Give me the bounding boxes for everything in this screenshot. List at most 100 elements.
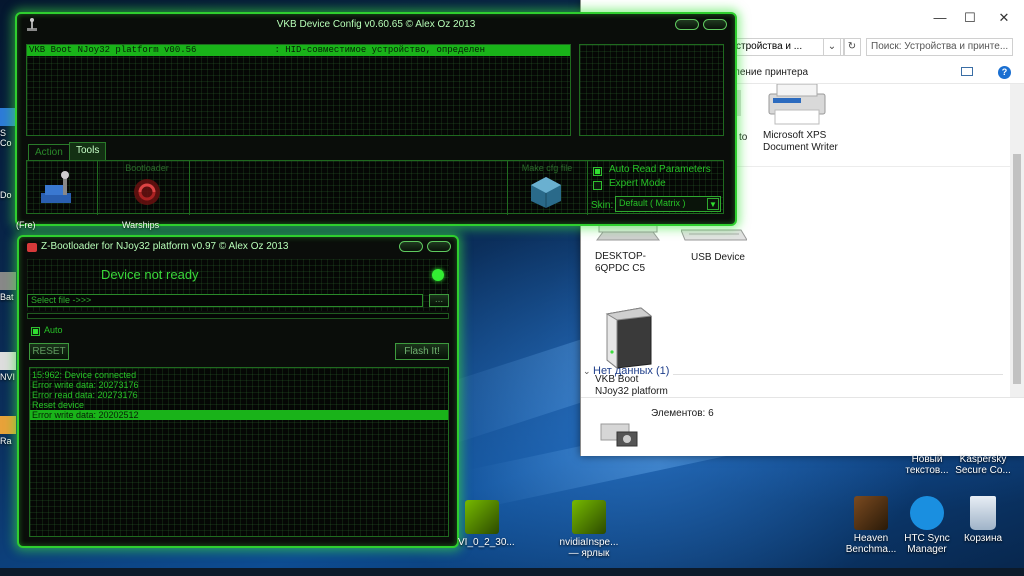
- search-input[interactable]: Поиск: Устройства и принте...: [866, 38, 1013, 56]
- tab-tools[interactable]: Tools: [69, 142, 107, 160]
- recycle-icon: [134, 179, 160, 205]
- log-line: Reset device: [32, 400, 85, 410]
- icon-label: Корзина: [963, 533, 1003, 544]
- flash-button[interactable]: Flash It!: [395, 343, 449, 360]
- log-line: 15:962: Device connected: [32, 370, 137, 380]
- close-button[interactable]: [703, 19, 727, 30]
- bootloader-label: Bootloader: [125, 163, 169, 173]
- device-list: VKB Boot NJoy32 platform v00.56 : HID-сов…: [26, 44, 571, 136]
- auto-label: Auto: [44, 325, 63, 335]
- help-icon[interactable]: ?: [998, 66, 1011, 79]
- log-line: Error read data: 20273176: [32, 390, 138, 400]
- icon-label: VI_0_2_30...: [458, 537, 515, 548]
- close-icon[interactable]: ✕: [989, 10, 1019, 26]
- log-panel: 15:962: Device connected Error write dat…: [29, 367, 449, 537]
- device-row[interactable]: VKB Boot NJoy32 platform v00.56 : HID-сов…: [27, 45, 570, 56]
- vertical-scrollbar[interactable]: [1010, 84, 1024, 397]
- minimize-button[interactable]: [675, 19, 699, 30]
- desktop-icon[interactable]: Kaspersky Secure Co...: [950, 454, 1016, 476]
- skin-value: Default ( Matrix ): [619, 198, 686, 208]
- app-icon: [0, 352, 16, 370]
- divider: [189, 161, 190, 215]
- minimize-icon[interactable]: —: [925, 10, 955, 25]
- expert-mode-checkbox[interactable]: [593, 181, 602, 190]
- device-item[interactable]: [763, 83, 829, 131]
- vkb-device-config-window: VKB Device Config v0.60.65 © Alex Oz 201…: [15, 12, 737, 226]
- nvidia-icon: [465, 500, 499, 534]
- view-options-icon[interactable]: [961, 67, 973, 76]
- divider: [97, 161, 98, 215]
- refresh-icon[interactable]: ↻: [843, 38, 861, 56]
- device-status-text: Device not ready: [101, 267, 199, 282]
- file-placeholder: Select file ->>>: [31, 295, 92, 305]
- log-line: Error write data: 20273176: [32, 380, 139, 390]
- device-label: Microsoft XPS Document Writer: [763, 130, 838, 153]
- desktop-icon-label: (Fre): [16, 220, 36, 230]
- app-icon: [0, 108, 16, 126]
- status-led-icon: [432, 269, 444, 281]
- chevron-down-icon[interactable]: ▼: [707, 198, 719, 210]
- tools-icon: [41, 171, 71, 203]
- recycle-bin-icon: [970, 496, 996, 530]
- app-icon: [0, 416, 16, 434]
- tab-action[interactable]: Action: [28, 144, 70, 160]
- icon-label: Heaven Benchma...: [845, 533, 897, 555]
- device-label: to: [739, 132, 748, 143]
- icon-label: S: [0, 128, 7, 138]
- desktop-icon[interactable]: Корзина: [950, 496, 1016, 544]
- device-label: DESKTOP-6QPDC C5: [595, 251, 646, 274]
- joystick-icon: [27, 18, 37, 31]
- auto-checkbox[interactable]: [31, 327, 40, 336]
- browse-button[interactable]: ...: [429, 294, 449, 307]
- auto-read-label: Auto Read Parameters: [609, 164, 711, 175]
- nvidia-icon: [572, 500, 606, 534]
- device-item[interactable]: [599, 304, 655, 373]
- desktop-icon[interactable]: nvidiaInspe... — ярлык: [556, 500, 622, 559]
- icon-label: Kaspersky Secure Co...: [955, 454, 1011, 476]
- tools-panel: Bootloader Make cfg file Auto Read Param…: [26, 160, 724, 215]
- icon-label: Co: [0, 138, 12, 148]
- divider: [507, 161, 508, 215]
- window-title: VKB Device Config v0.60.65 © Alex Oz 201…: [276, 19, 476, 30]
- scrollbar-thumb[interactable]: [1013, 154, 1021, 384]
- devices-printers-icon: [600, 423, 638, 447]
- device-label: VKB Boot NJoy32 platform: [595, 374, 668, 397]
- reset-button[interactable]: RESET: [29, 343, 69, 360]
- desktop-icon[interactable]: VI_0_2_30...: [458, 500, 515, 548]
- cube-icon: [531, 177, 561, 208]
- maximize-icon[interactable]: ☐: [955, 10, 985, 26]
- make-cfg-button[interactable]: Make cfg file: [511, 163, 583, 211]
- icon-label: HTC Sync Manager: [904, 533, 950, 555]
- chevron-down-icon[interactable]: ⌄: [823, 38, 841, 56]
- log-line-selected[interactable]: Error write data: 20202512: [30, 410, 448, 420]
- device-description: : HID-совместимое устройство, определен: [274, 45, 486, 55]
- icon-label: Do: [0, 190, 12, 200]
- device-label: USB Device: [691, 252, 745, 263]
- taskbar: [0, 568, 1024, 576]
- file-path-input[interactable]: Select file ->>>: [27, 294, 423, 307]
- print-server-button[interactable]: ление принтера: [734, 67, 808, 78]
- icon-label: NVI: [0, 372, 16, 382]
- chevron-down-icon: ⌄: [583, 366, 594, 376]
- auto-read-checkbox[interactable]: [593, 167, 602, 176]
- printer-icon: [768, 83, 826, 125]
- icon-label: Bat: [0, 292, 14, 302]
- icon-label: nvidiaInspe... — ярлык: [559, 537, 619, 559]
- tools-action-button[interactable]: [33, 167, 95, 209]
- divider: [673, 374, 1003, 375]
- skin-select[interactable]: Default ( Matrix ) ▼: [615, 196, 721, 212]
- close-button[interactable]: [427, 241, 451, 252]
- window-title: Z-Bootloader for NJoy32 platform v0.97 ©…: [41, 241, 289, 252]
- skin-label: Skin:: [591, 200, 614, 211]
- htc-sync-icon: [910, 496, 944, 530]
- preview-panel: [579, 44, 724, 136]
- device-box-icon: [605, 307, 653, 370]
- minimize-button[interactable]: [399, 241, 423, 252]
- desktop-icon-label: Warships: [122, 220, 160, 230]
- device-name: VKB Boot NJoy32 platform v00.56: [29, 45, 197, 55]
- progress-bar: [27, 313, 449, 319]
- divider: [587, 161, 588, 215]
- z-bootloader-window: Z-Bootloader for NJoy32 platform v0.97 ©…: [17, 235, 459, 548]
- app-icon: [0, 272, 16, 290]
- bootloader-button[interactable]: Bootloader: [107, 163, 187, 211]
